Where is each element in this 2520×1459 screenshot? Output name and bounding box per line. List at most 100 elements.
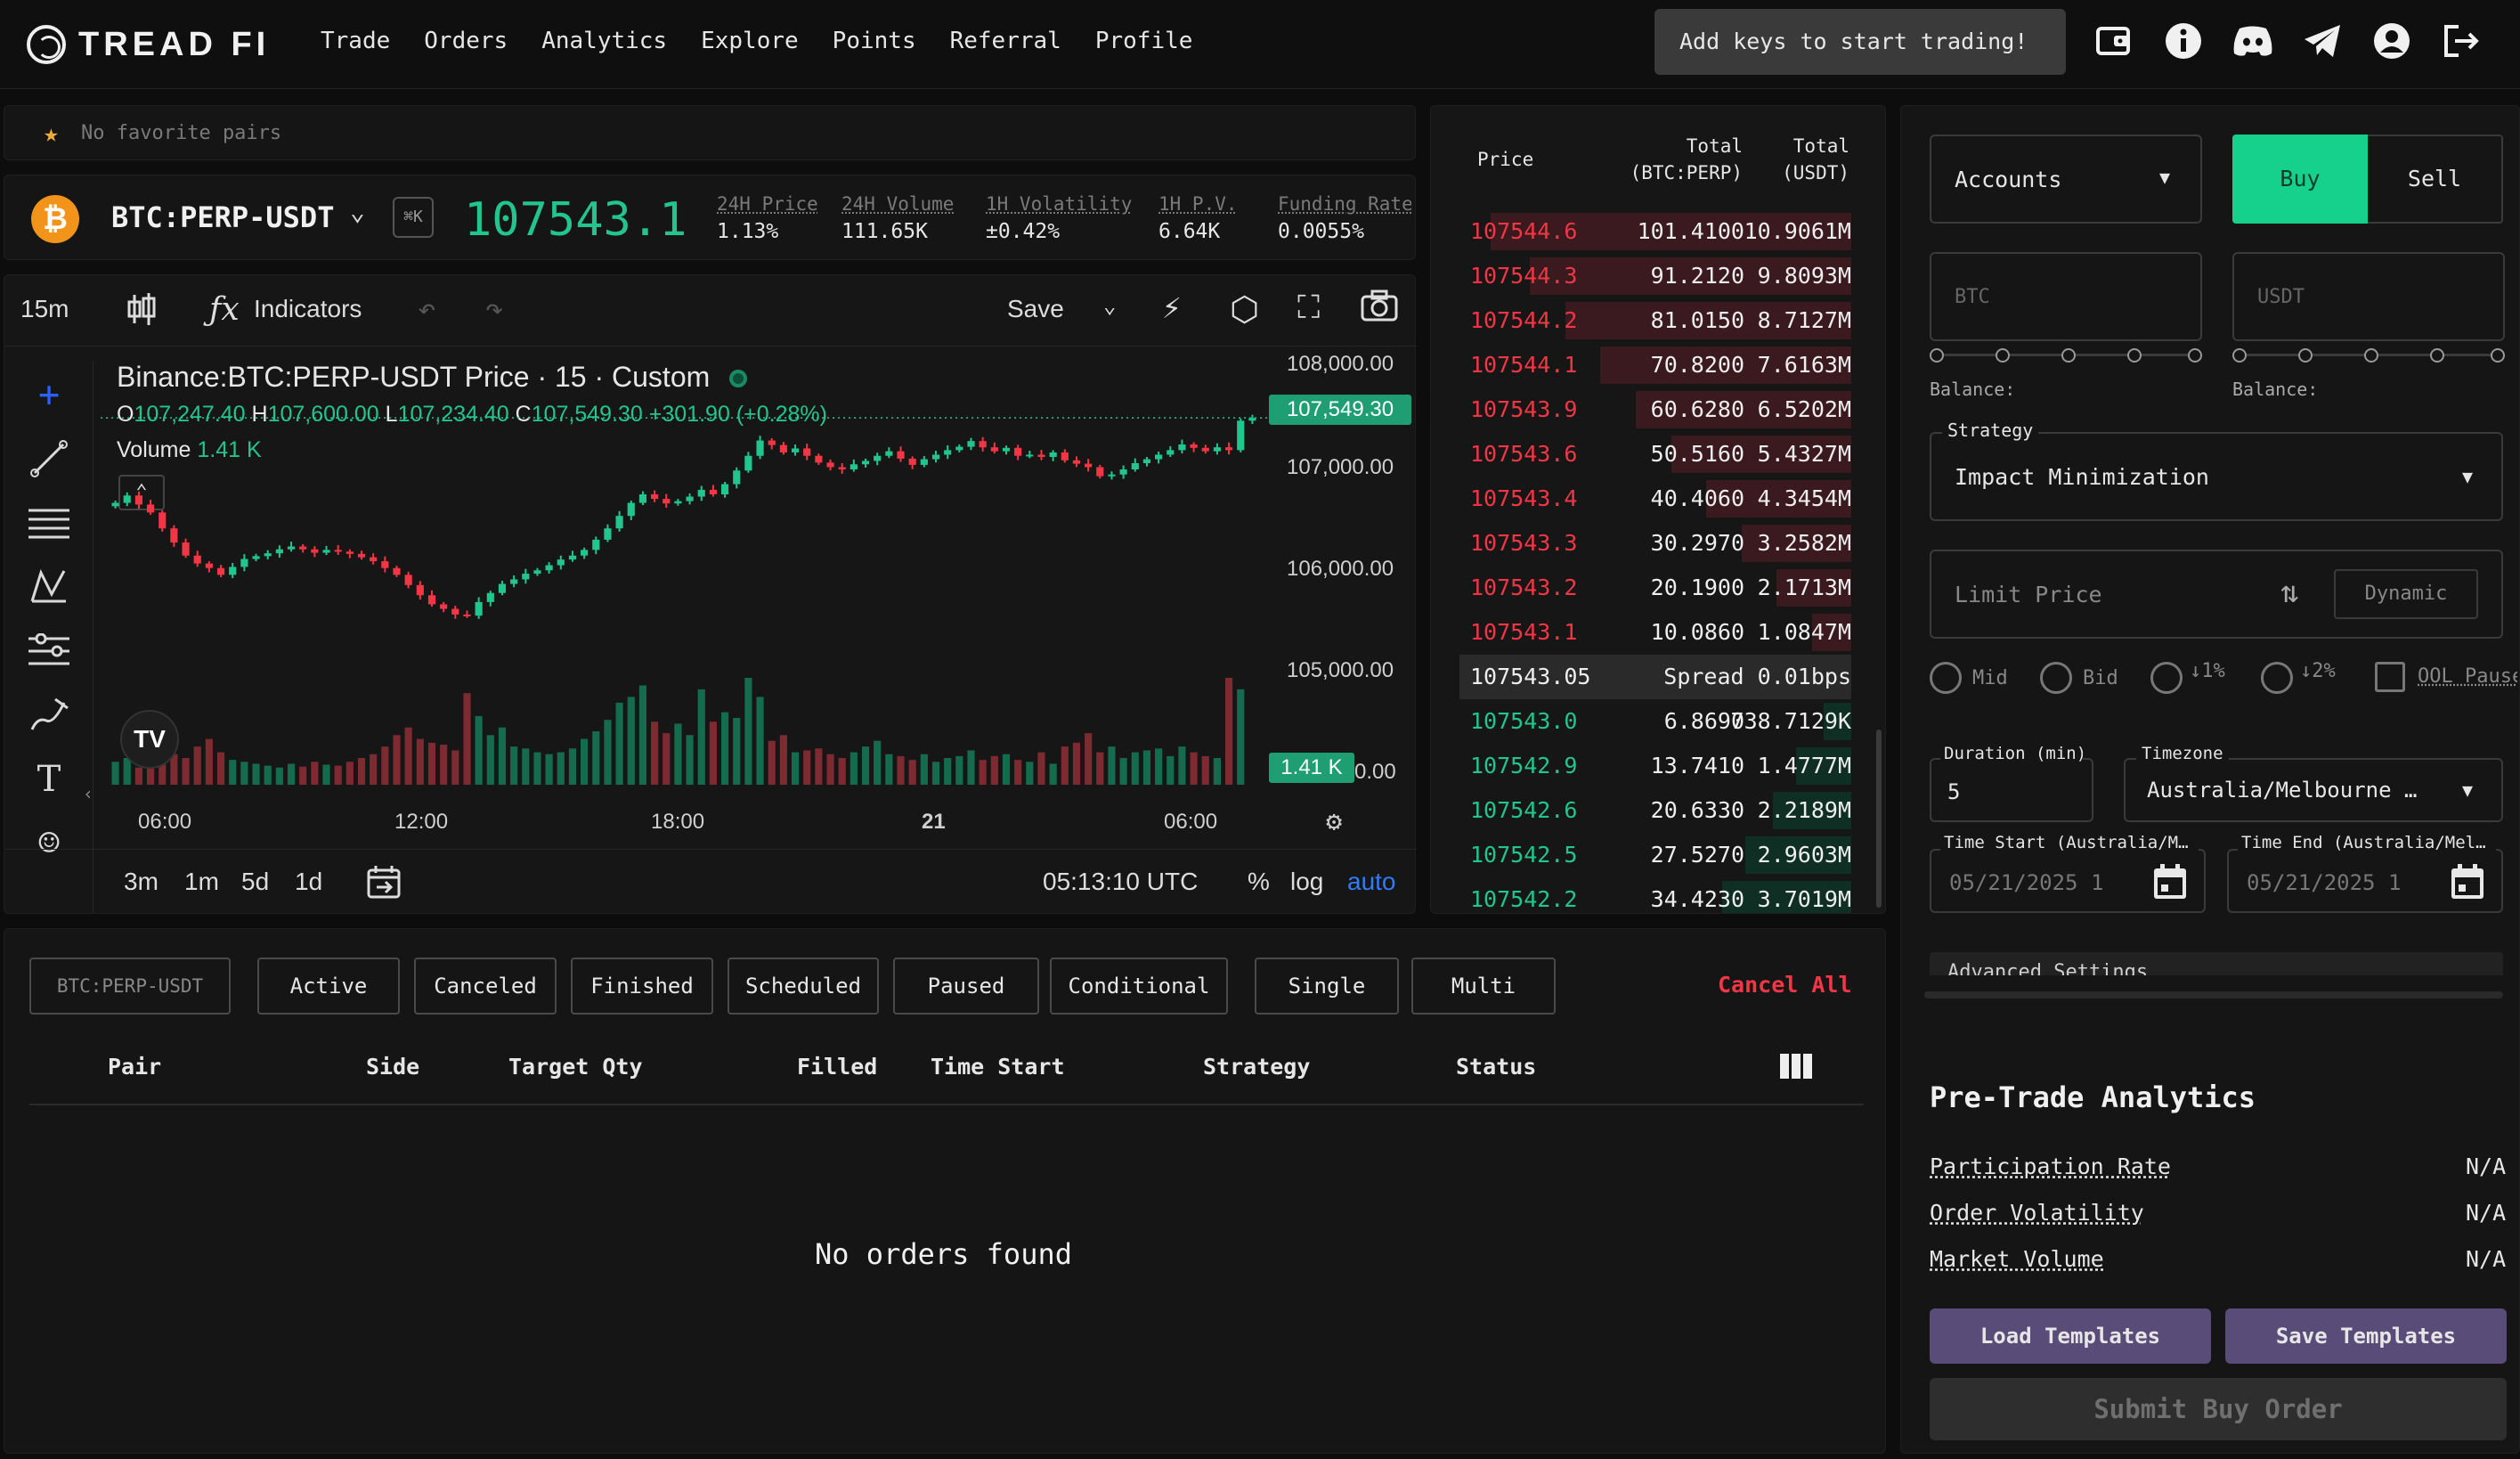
filter-canceled[interactable]: Canceled: [414, 958, 557, 1015]
telegram-icon[interactable]: [2301, 20, 2344, 62]
command-k-shortcut[interactable]: ⌘K: [393, 197, 434, 238]
filter-finished[interactable]: Finished: [571, 958, 713, 1015]
analytics-label[interactable]: Order Volatility: [1930, 1200, 2144, 1226]
quote-slider-mark[interactable]: [2430, 348, 2444, 363]
log-toggle[interactable]: log: [1290, 868, 1323, 896]
calendar-icon[interactable]: [2152, 863, 2188, 904]
base-qty-input[interactable]: BTC: [1930, 252, 2202, 341]
filter-paused[interactable]: Paused: [893, 958, 1039, 1015]
columns-toggle-icon[interactable]: [1780, 1054, 1812, 1082]
quote-slider-mark[interactable]: [2298, 348, 2313, 363]
undo-icon[interactable]: ↶: [418, 291, 435, 327]
fullscreen-icon[interactable]: ⛶: [1297, 289, 1320, 327]
advanced-settings-accordion[interactable]: Advanced Settings: [1930, 952, 2503, 975]
nav-analytics[interactable]: Analytics: [541, 23, 667, 59]
filter-single[interactable]: Single: [1255, 958, 1399, 1015]
ool-pause-checkbox[interactable]: [2375, 662, 2405, 692]
base-slider-mark[interactable]: [1996, 348, 2010, 363]
redo-icon[interactable]: ↷: [485, 291, 503, 327]
quick-search-icon[interactable]: ⚡: [1162, 289, 1182, 326]
utc-clock[interactable]: 05:13:10 UTC: [1043, 868, 1198, 896]
radio-bid[interactable]: [2040, 662, 2072, 694]
base-slider-mark[interactable]: [2188, 348, 2202, 363]
chevron-down-icon[interactable]: ⌄: [350, 197, 365, 226]
accounts-select[interactable]: Accounts ▼: [1930, 134, 2202, 224]
pattern-icon[interactable]: [24, 562, 74, 612]
prediction-icon[interactable]: [24, 626, 74, 676]
nav-points[interactable]: Points: [833, 23, 916, 59]
cancel-all-button[interactable]: Cancel All: [1718, 972, 1852, 998]
sell-tab[interactable]: Sell: [2368, 134, 2503, 224]
dynamic-button[interactable]: Dynamic: [2334, 569, 2478, 619]
indicators-icon[interactable]: ƒx: [209, 291, 240, 328]
filter-multi[interactable]: Multi: [1411, 958, 1556, 1015]
horizontal-lines-icon[interactable]: [24, 498, 74, 548]
time-start-input[interactable]: 05/21/2025 1: [1930, 849, 2206, 913]
text-tool-icon[interactable]: T: [24, 754, 74, 804]
camera-icon[interactable]: [1360, 288, 1399, 327]
orderbook-row[interactable]: 107542.9 13.7410 1.4777M: [1459, 744, 1851, 788]
quote-qty-input[interactable]: USDT: [2232, 252, 2505, 341]
analytics-label[interactable]: Market Volume: [1930, 1246, 2104, 1272]
range-3m[interactable]: 3m: [124, 868, 159, 896]
nav-explore[interactable]: Explore: [701, 23, 799, 59]
axis-settings-icon[interactable]: ⚙: [1326, 806, 1342, 837]
buy-tab[interactable]: Buy: [2232, 134, 2368, 224]
timezone-select[interactable]: Australia/Melbourne … ▼: [2124, 758, 2503, 822]
nav-orders[interactable]: Orders: [424, 23, 508, 59]
auto-toggle[interactable]: auto: [1347, 868, 1396, 896]
orderbook-row[interactable]: 107544.6 101.4100 10.9061M: [1459, 209, 1851, 254]
orderbook-row[interactable]: 107543.3 30.2970 3.2582M: [1459, 521, 1851, 566]
discord-icon[interactable]: [2231, 20, 2274, 62]
save-layout-button[interactable]: Save: [1007, 295, 1064, 323]
orderbook-row[interactable]: 107542.5 27.5270 2.9603M: [1459, 833, 1851, 877]
crosshair-icon[interactable]: +: [24, 370, 74, 420]
wallet-icon[interactable]: [2093, 20, 2135, 62]
base-slider-mark[interactable]: [2061, 348, 2076, 363]
duration-input[interactable]: 5: [1930, 758, 2093, 822]
orderbook-row[interactable]: 107543.2 20.1900 2.1713M: [1459, 566, 1851, 610]
filter-active[interactable]: Active: [257, 958, 400, 1015]
goto-date-icon[interactable]: [366, 864, 402, 903]
orderbook-row[interactable]: 107543.6 50.5160 5.4327M: [1459, 432, 1851, 477]
orderbook-row[interactable]: 107542.2 34.4230 3.7019M: [1459, 877, 1851, 913]
range-5d[interactable]: 5d: [241, 868, 269, 896]
form-scrollbar[interactable]: [1924, 991, 2503, 998]
candlestick-plot[interactable]: [101, 352, 1267, 795]
calendar-icon[interactable]: [2450, 863, 2485, 904]
brush-icon[interactable]: [24, 690, 74, 740]
orderbook-row[interactable]: 107543.4 40.4060 4.3454M: [1459, 477, 1851, 521]
orderbook-row[interactable]: 107543.9 60.6280 6.5202M: [1459, 387, 1851, 432]
submit-order-button[interactable]: Submit Buy Order: [1930, 1378, 2507, 1440]
book-scrollbar[interactable]: [1876, 730, 1882, 908]
radio-down-2pct[interactable]: [2261, 662, 2293, 694]
quote-slider-mark[interactable]: [2491, 348, 2505, 363]
scroll-left-icon[interactable]: ‹: [83, 783, 93, 804]
chevron-down-icon[interactable]: ⌄: [1103, 293, 1116, 318]
col-side[interactable]: Side: [366, 1054, 419, 1080]
nav-referral[interactable]: Referral: [950, 23, 1061, 59]
col-target-qty[interactable]: Target Qty: [508, 1054, 643, 1080]
radio-down-1pct[interactable]: [2150, 662, 2183, 694]
candle-type-icon[interactable]: [126, 291, 158, 327]
strategy-select[interactable]: Impact Minimization ▼: [1930, 432, 2503, 521]
filter-pair[interactable]: BTC:PERP-USDT: [29, 958, 231, 1015]
account-icon[interactable]: [2370, 20, 2413, 62]
trend-line-icon[interactable]: [24, 434, 74, 484]
load-templates-button[interactable]: Load Templates: [1930, 1308, 2211, 1364]
indicators-button[interactable]: Indicators: [254, 295, 362, 323]
brand-logo[interactable]: TREAD FI: [27, 20, 270, 69]
col-filled[interactable]: Filled: [797, 1054, 877, 1080]
col-pair[interactable]: Pair: [108, 1054, 161, 1080]
star-icon[interactable]: ★: [44, 118, 59, 148]
range-1m[interactable]: 1m: [184, 868, 219, 896]
settings-icon[interactable]: ⬡: [1230, 289, 1259, 329]
col-status[interactable]: Status: [1456, 1054, 1536, 1080]
filter-scheduled[interactable]: Scheduled: [728, 958, 879, 1015]
swap-icon[interactable]: ⇅: [2280, 575, 2298, 610]
time-end-input[interactable]: 05/21/2025 1: [2227, 849, 2503, 913]
quote-slider-mark[interactable]: [2364, 348, 2378, 363]
base-slider-handle[interactable]: [1930, 348, 1944, 363]
info-icon[interactable]: [2162, 20, 2205, 62]
logout-icon[interactable]: [2440, 20, 2483, 62]
